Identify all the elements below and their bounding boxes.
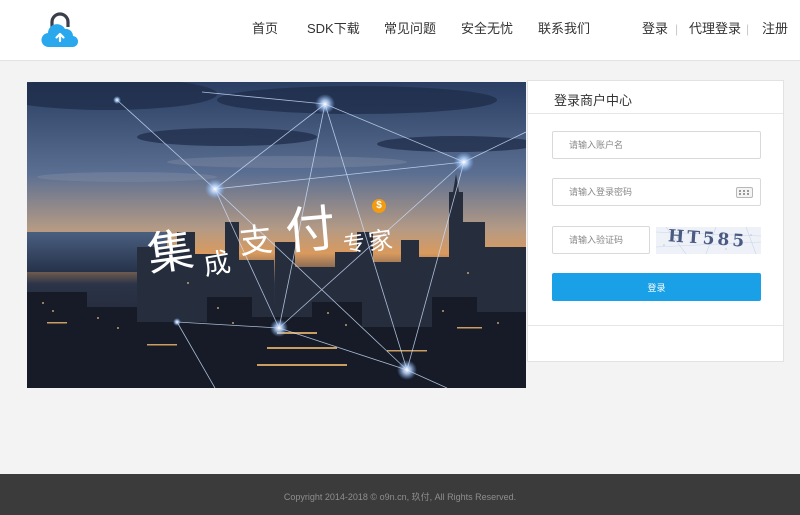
password-input[interactable] (553, 179, 703, 205)
captcha-image[interactable]: HT585 (656, 227, 761, 254)
nav-sdk-download[interactable]: SDK下载 (307, 20, 360, 38)
login-link[interactable]: 登录 (642, 20, 668, 38)
nav-faq[interactable]: 常见问题 (384, 20, 436, 38)
page-footer: Copyright 2014-2018 © o9n.cn, 玖付, All Ri… (0, 474, 800, 515)
login-panel: 登录商户中心 HT585 登录 (527, 80, 784, 362)
auth-separator: | (746, 22, 750, 36)
cloud-lock-upload-icon[interactable] (40, 12, 80, 50)
auth-separator: | (675, 22, 679, 36)
agent-login-link[interactable]: 代理登录 (689, 20, 741, 38)
login-panel-header: 登录商户中心 (528, 81, 783, 114)
login-panel-title: 登录商户中心 (554, 93, 633, 108)
captcha-input[interactable] (553, 227, 649, 253)
top-header: 首页 SDK下载 常见问题 安全无忧 联系我们 登录 | 代理登录 | 注册 (0, 0, 800, 61)
captcha-field-wrapper (552, 226, 650, 254)
panel-divider (528, 325, 783, 326)
hero-banner-image: 集 成 支 付 专 家 $ (27, 82, 526, 388)
login-submit-button[interactable]: 登录 (552, 273, 761, 301)
username-field-wrapper (552, 131, 761, 159)
copyright-text: Copyright 2014-2018 © o9n.cn, 玖付, All Ri… (283, 492, 517, 502)
register-link[interactable]: 注册 (762, 20, 788, 38)
username-input[interactable] (553, 132, 703, 158)
nav-contact[interactable]: 联系我们 (538, 20, 590, 38)
nav-security[interactable]: 安全无忧 (461, 20, 513, 38)
password-field-wrapper (552, 178, 761, 206)
nav-home[interactable]: 首页 (252, 20, 278, 38)
keyboard-icon[interactable] (736, 187, 753, 198)
